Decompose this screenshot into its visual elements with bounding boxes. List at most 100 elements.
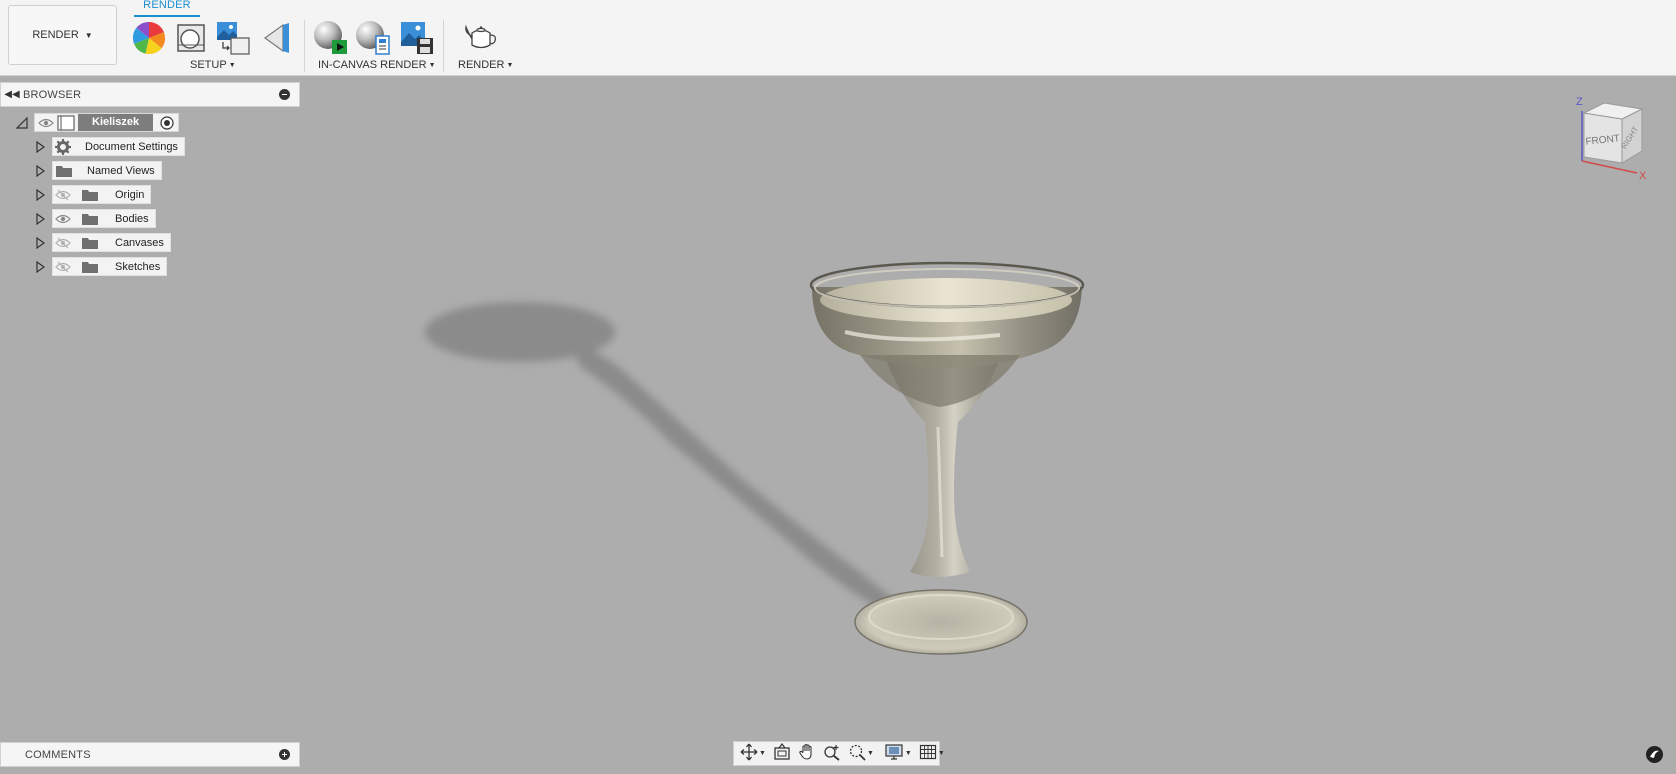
- render-menu[interactable]: RENDER ▼: [458, 59, 513, 71]
- render-teapot-icon[interactable]: [462, 19, 500, 57]
- look-at-icon: [773, 743, 791, 764]
- chevron-down-icon: ▼: [759, 750, 766, 757]
- eye-hidden-icon[interactable]: [55, 261, 71, 273]
- folder-icon: [81, 188, 99, 202]
- scene-settings-icon[interactable]: [172, 19, 210, 57]
- expand-triangle-icon[interactable]: [34, 209, 46, 228]
- browser-item-bodies[interactable]: Bodies: [34, 209, 156, 228]
- in-canvas-settings-icon[interactable]: [354, 19, 392, 57]
- glass-liquid: [820, 278, 1072, 322]
- look-at-button[interactable]: [771, 743, 793, 764]
- navigation-bar: ▼ ▼ ▼ ▼: [733, 741, 945, 766]
- zoom-icon: [823, 743, 841, 764]
- browser-header: ◀◀ BROWSER: [0, 82, 300, 107]
- display-settings-icon: [884, 743, 904, 764]
- component-icon: [57, 114, 75, 131]
- chevron-down-icon: ▼: [937, 750, 945, 757]
- folder-icon: [81, 236, 99, 250]
- browser-item-box: Bodies: [52, 209, 156, 228]
- fit-button[interactable]: ▼: [846, 743, 876, 764]
- glass-foot: [854, 589, 1028, 655]
- notification-icon[interactable]: [1646, 746, 1663, 763]
- browser-item-named-views[interactable]: Named Views: [34, 161, 162, 180]
- tab-render[interactable]: RENDER: [134, 0, 200, 11]
- browser-item-box: Named Views: [52, 161, 162, 180]
- glass-shadow: [425, 302, 900, 612]
- in-canvas-render-menu[interactable]: IN-CANVAS RENDER ▼: [318, 59, 436, 71]
- setup-label: SETUP: [190, 59, 227, 71]
- browser-item-label: Origin: [115, 188, 145, 201]
- expand-triangle-icon[interactable]: [34, 137, 46, 156]
- orbit-icon: [740, 743, 758, 764]
- browser-item-label: Document Settings: [85, 140, 178, 153]
- chevron-down-icon: ▼: [428, 62, 436, 69]
- display-settings-button[interactable]: ▼: [882, 743, 914, 764]
- minimize-panel-icon[interactable]: [279, 89, 290, 100]
- root-component-name: Kieliszek: [78, 114, 154, 131]
- activate-radio-icon[interactable]: [156, 115, 178, 130]
- chevron-down-icon: ▼: [228, 62, 236, 69]
- browser-item-label: Named Views: [87, 164, 155, 177]
- comments-panel: COMMENTS: [0, 742, 300, 767]
- fit-icon: [848, 743, 866, 764]
- grid-icon: [919, 743, 937, 764]
- toolbar-divider: [443, 20, 444, 72]
- collapse-triangle-icon[interactable]: [16, 113, 28, 132]
- browser-item-box: Canvases: [52, 233, 171, 252]
- expand-triangle-icon[interactable]: [34, 185, 46, 204]
- browser-item-box: Sketches: [52, 257, 168, 276]
- browser-item-document-settings[interactable]: Document Settings: [34, 137, 185, 156]
- chevron-down-icon: ▼: [904, 750, 912, 757]
- chevron-down-icon: ▼: [506, 62, 514, 69]
- viewcube[interactable]: FRONT RIGHT Z X: [1572, 91, 1662, 182]
- eye-icon[interactable]: [55, 213, 71, 225]
- browser-item-label: Canvases: [115, 236, 164, 249]
- gear-icon: [55, 138, 71, 155]
- comments-title: COMMENTS: [25, 748, 91, 761]
- root-component: Kieliszek: [34, 113, 180, 132]
- chevron-down-icon: ▼: [866, 750, 874, 757]
- browser-item-canvases[interactable]: Canvases: [34, 233, 171, 252]
- browser-title: BROWSER: [23, 88, 82, 101]
- decal-icon[interactable]: [258, 19, 296, 57]
- browser-item-sketches[interactable]: Sketches: [34, 257, 168, 276]
- pan-icon: [798, 743, 816, 764]
- zoom-button[interactable]: [821, 743, 843, 764]
- browser-item-label: Bodies: [115, 212, 149, 225]
- in-canvas-render-label: IN-CANVAS RENDER: [318, 59, 427, 71]
- pan-button[interactable]: [796, 743, 818, 764]
- workspace-label: RENDER: [32, 29, 79, 41]
- eye-hidden-icon[interactable]: [55, 237, 71, 249]
- appearance-icon[interactable]: [130, 19, 168, 57]
- toolbar-divider: [304, 20, 305, 72]
- chevron-down-icon: ▼: [84, 30, 93, 40]
- active-tab-indicator: [134, 15, 200, 17]
- glass-scene: [425, 261, 1085, 655]
- orbit-button[interactable]: ▼: [738, 743, 768, 764]
- eye-icon[interactable]: [38, 117, 54, 129]
- capture-image-icon[interactable]: [398, 19, 436, 57]
- add-comment-icon[interactable]: [279, 749, 290, 760]
- collapse-panel-icon[interactable]: ◀◀: [1, 89, 23, 100]
- setup-menu[interactable]: SETUP ▼: [190, 59, 236, 71]
- folder-icon: [55, 164, 73, 178]
- browser-item-label: Sketches: [115, 260, 161, 273]
- render-label: RENDER: [458, 59, 505, 71]
- browser-item-origin[interactable]: Origin: [34, 185, 152, 204]
- browser-root-item[interactable]: Kieliszek: [16, 113, 180, 132]
- browser-item-box: Origin: [52, 185, 152, 204]
- canvas-viewport[interactable]: FRONT RIGHT Z X: [300, 77, 1676, 774]
- eye-hidden-icon[interactable]: [55, 189, 71, 201]
- browser-item-box: Document Settings: [52, 137, 185, 156]
- workspace-switcher-button[interactable]: RENDER ▼: [8, 5, 117, 65]
- grid-settings-button[interactable]: ▼: [917, 743, 947, 764]
- expand-triangle-icon[interactable]: [34, 161, 46, 180]
- in-canvas-render-icon[interactable]: [312, 19, 350, 57]
- axis-z-label: Z: [1576, 96, 1583, 108]
- expand-triangle-icon[interactable]: [34, 233, 46, 252]
- toolbar: RENDER ▼ RENDER SETUP ▼ IN-CANVAS RENDER…: [0, 0, 1676, 76]
- axis-x-label: X: [1639, 170, 1647, 181]
- folder-icon: [81, 212, 99, 226]
- expand-triangle-icon[interactable]: [34, 257, 46, 276]
- texture-map-icon[interactable]: [214, 19, 252, 57]
